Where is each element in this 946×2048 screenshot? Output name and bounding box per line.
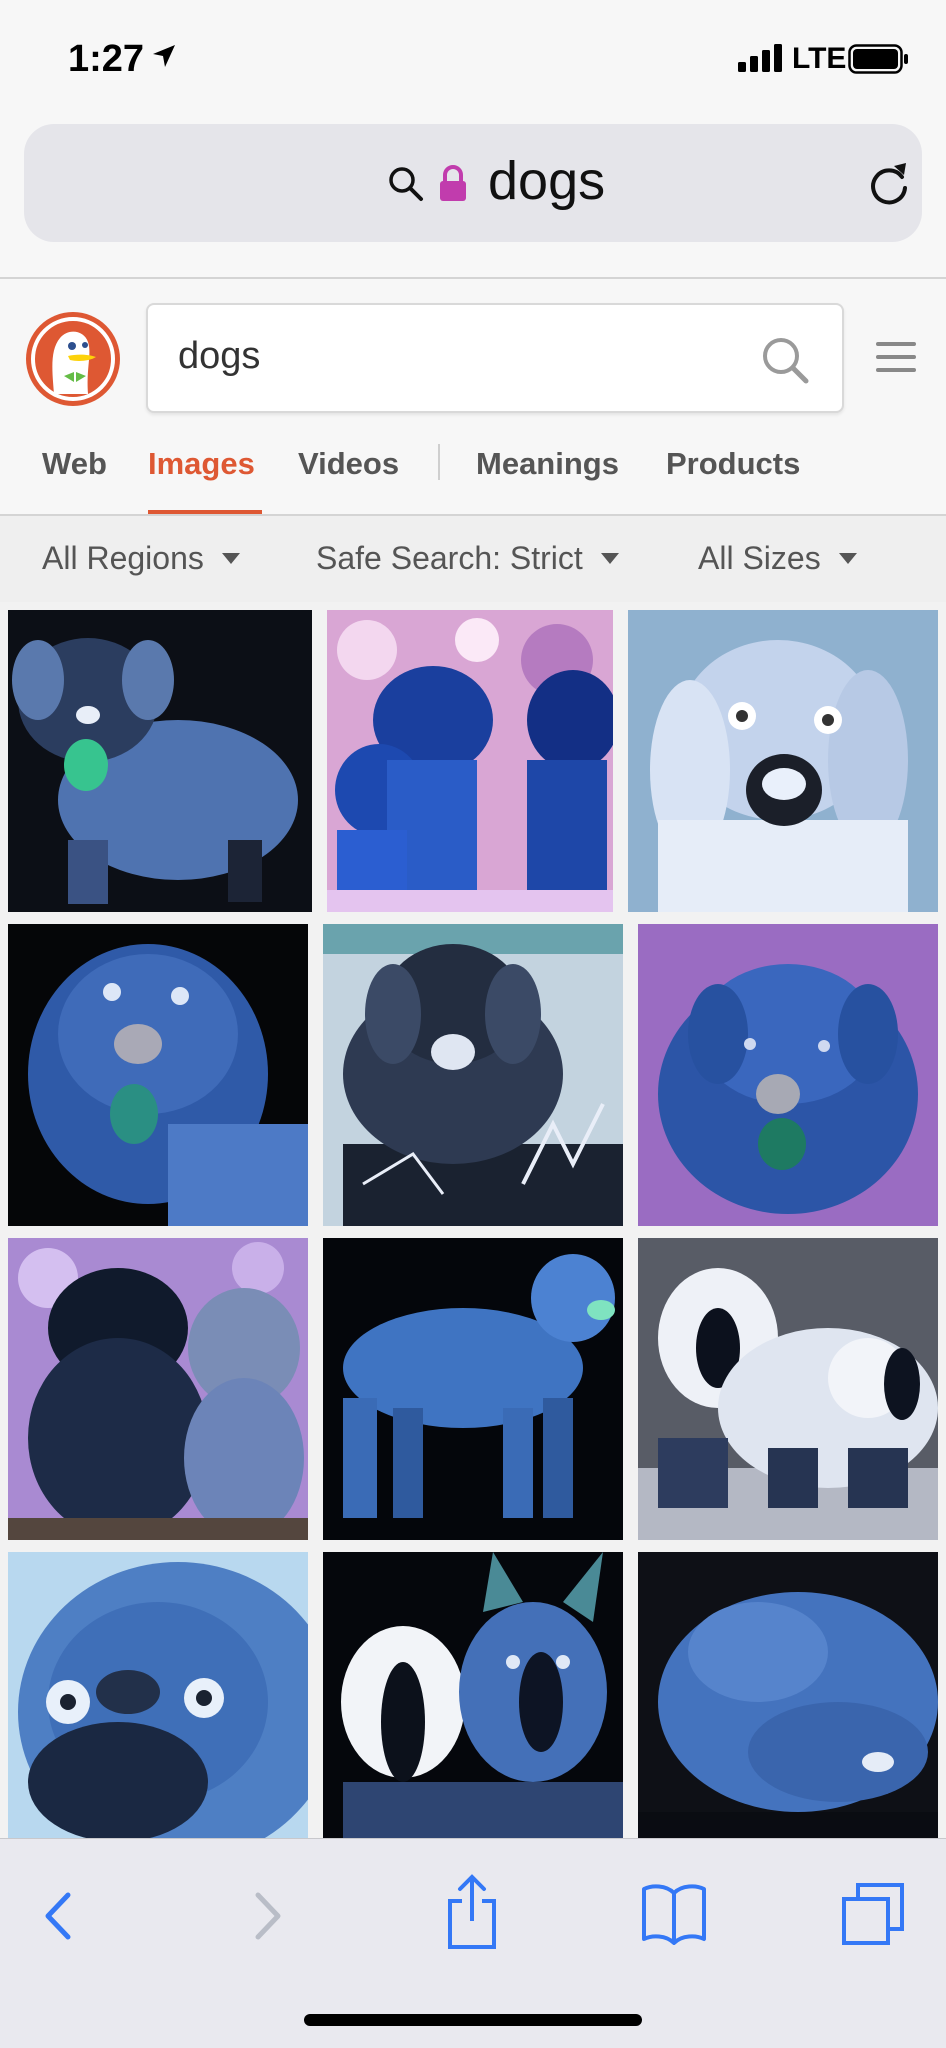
- image-result[interactable]: [628, 610, 938, 912]
- search-tabs: Web Images Videos Meanings Products: [0, 440, 946, 516]
- search-icon[interactable]: [760, 335, 812, 387]
- location-arrow-icon: [153, 45, 175, 67]
- tab-web[interactable]: Web: [42, 446, 107, 482]
- filter-bar: All Regions Safe Search: Strict All Size…: [0, 516, 946, 602]
- ddg-search-box[interactable]: [146, 303, 844, 413]
- cellular-signal-icon: [738, 44, 782, 72]
- image-result[interactable]: [323, 1552, 623, 1842]
- filter-sizes[interactable]: All Sizes: [698, 540, 857, 577]
- image-results-grid: [0, 602, 946, 1842]
- filter-regions[interactable]: All Regions: [42, 540, 240, 577]
- menu-icon[interactable]: [876, 340, 916, 374]
- address-text: dogs: [488, 151, 606, 211]
- header-divider: [0, 277, 946, 279]
- search-input[interactable]: [178, 335, 698, 378]
- home-indicator[interactable]: [304, 2014, 642, 2026]
- address-bar[interactable]: dogs: [24, 124, 922, 242]
- forward-icon[interactable]: [248, 1881, 288, 1951]
- network-type: LTE: [792, 42, 847, 75]
- back-icon[interactable]: [36, 1881, 76, 1951]
- tab-images[interactable]: Images: [148, 446, 255, 482]
- lock-icon: [440, 165, 466, 201]
- image-result[interactable]: [327, 610, 613, 912]
- tab-products[interactable]: Products: [666, 446, 800, 482]
- caret-down-icon: [838, 553, 857, 564]
- tab-separator: [438, 444, 440, 480]
- reload-icon[interactable]: [866, 158, 912, 208]
- status-time: 1:27: [68, 38, 145, 80]
- share-icon[interactable]: [444, 1871, 500, 1951]
- image-result[interactable]: [638, 924, 938, 1226]
- caret-down-icon: [221, 553, 240, 564]
- tab-meanings[interactable]: Meanings: [476, 446, 619, 482]
- bookmarks-icon[interactable]: [640, 1881, 708, 1945]
- image-result[interactable]: [638, 1552, 938, 1842]
- filter-regions-label: All Regions: [42, 540, 204, 576]
- tabs-icon[interactable]: [840, 1881, 906, 1947]
- image-result[interactable]: [8, 610, 312, 912]
- tab-videos[interactable]: Videos: [298, 446, 399, 482]
- caret-down-icon: [600, 553, 619, 564]
- image-result[interactable]: [8, 924, 308, 1226]
- status-bar: 1:27 LTE: [0, 0, 946, 120]
- image-result[interactable]: [323, 1238, 623, 1540]
- search-icon: [389, 167, 423, 201]
- image-result[interactable]: [638, 1238, 938, 1540]
- filter-sizes-label: All Sizes: [698, 540, 821, 576]
- battery-icon: [848, 44, 908, 74]
- filter-safe-search[interactable]: Safe Search: Strict: [316, 540, 619, 577]
- image-result[interactable]: [323, 924, 623, 1226]
- image-result[interactable]: [8, 1238, 308, 1540]
- filter-safe-search-label: Safe Search: Strict: [316, 540, 583, 576]
- image-result[interactable]: [8, 1552, 308, 1842]
- duckduckgo-logo[interactable]: [24, 310, 122, 408]
